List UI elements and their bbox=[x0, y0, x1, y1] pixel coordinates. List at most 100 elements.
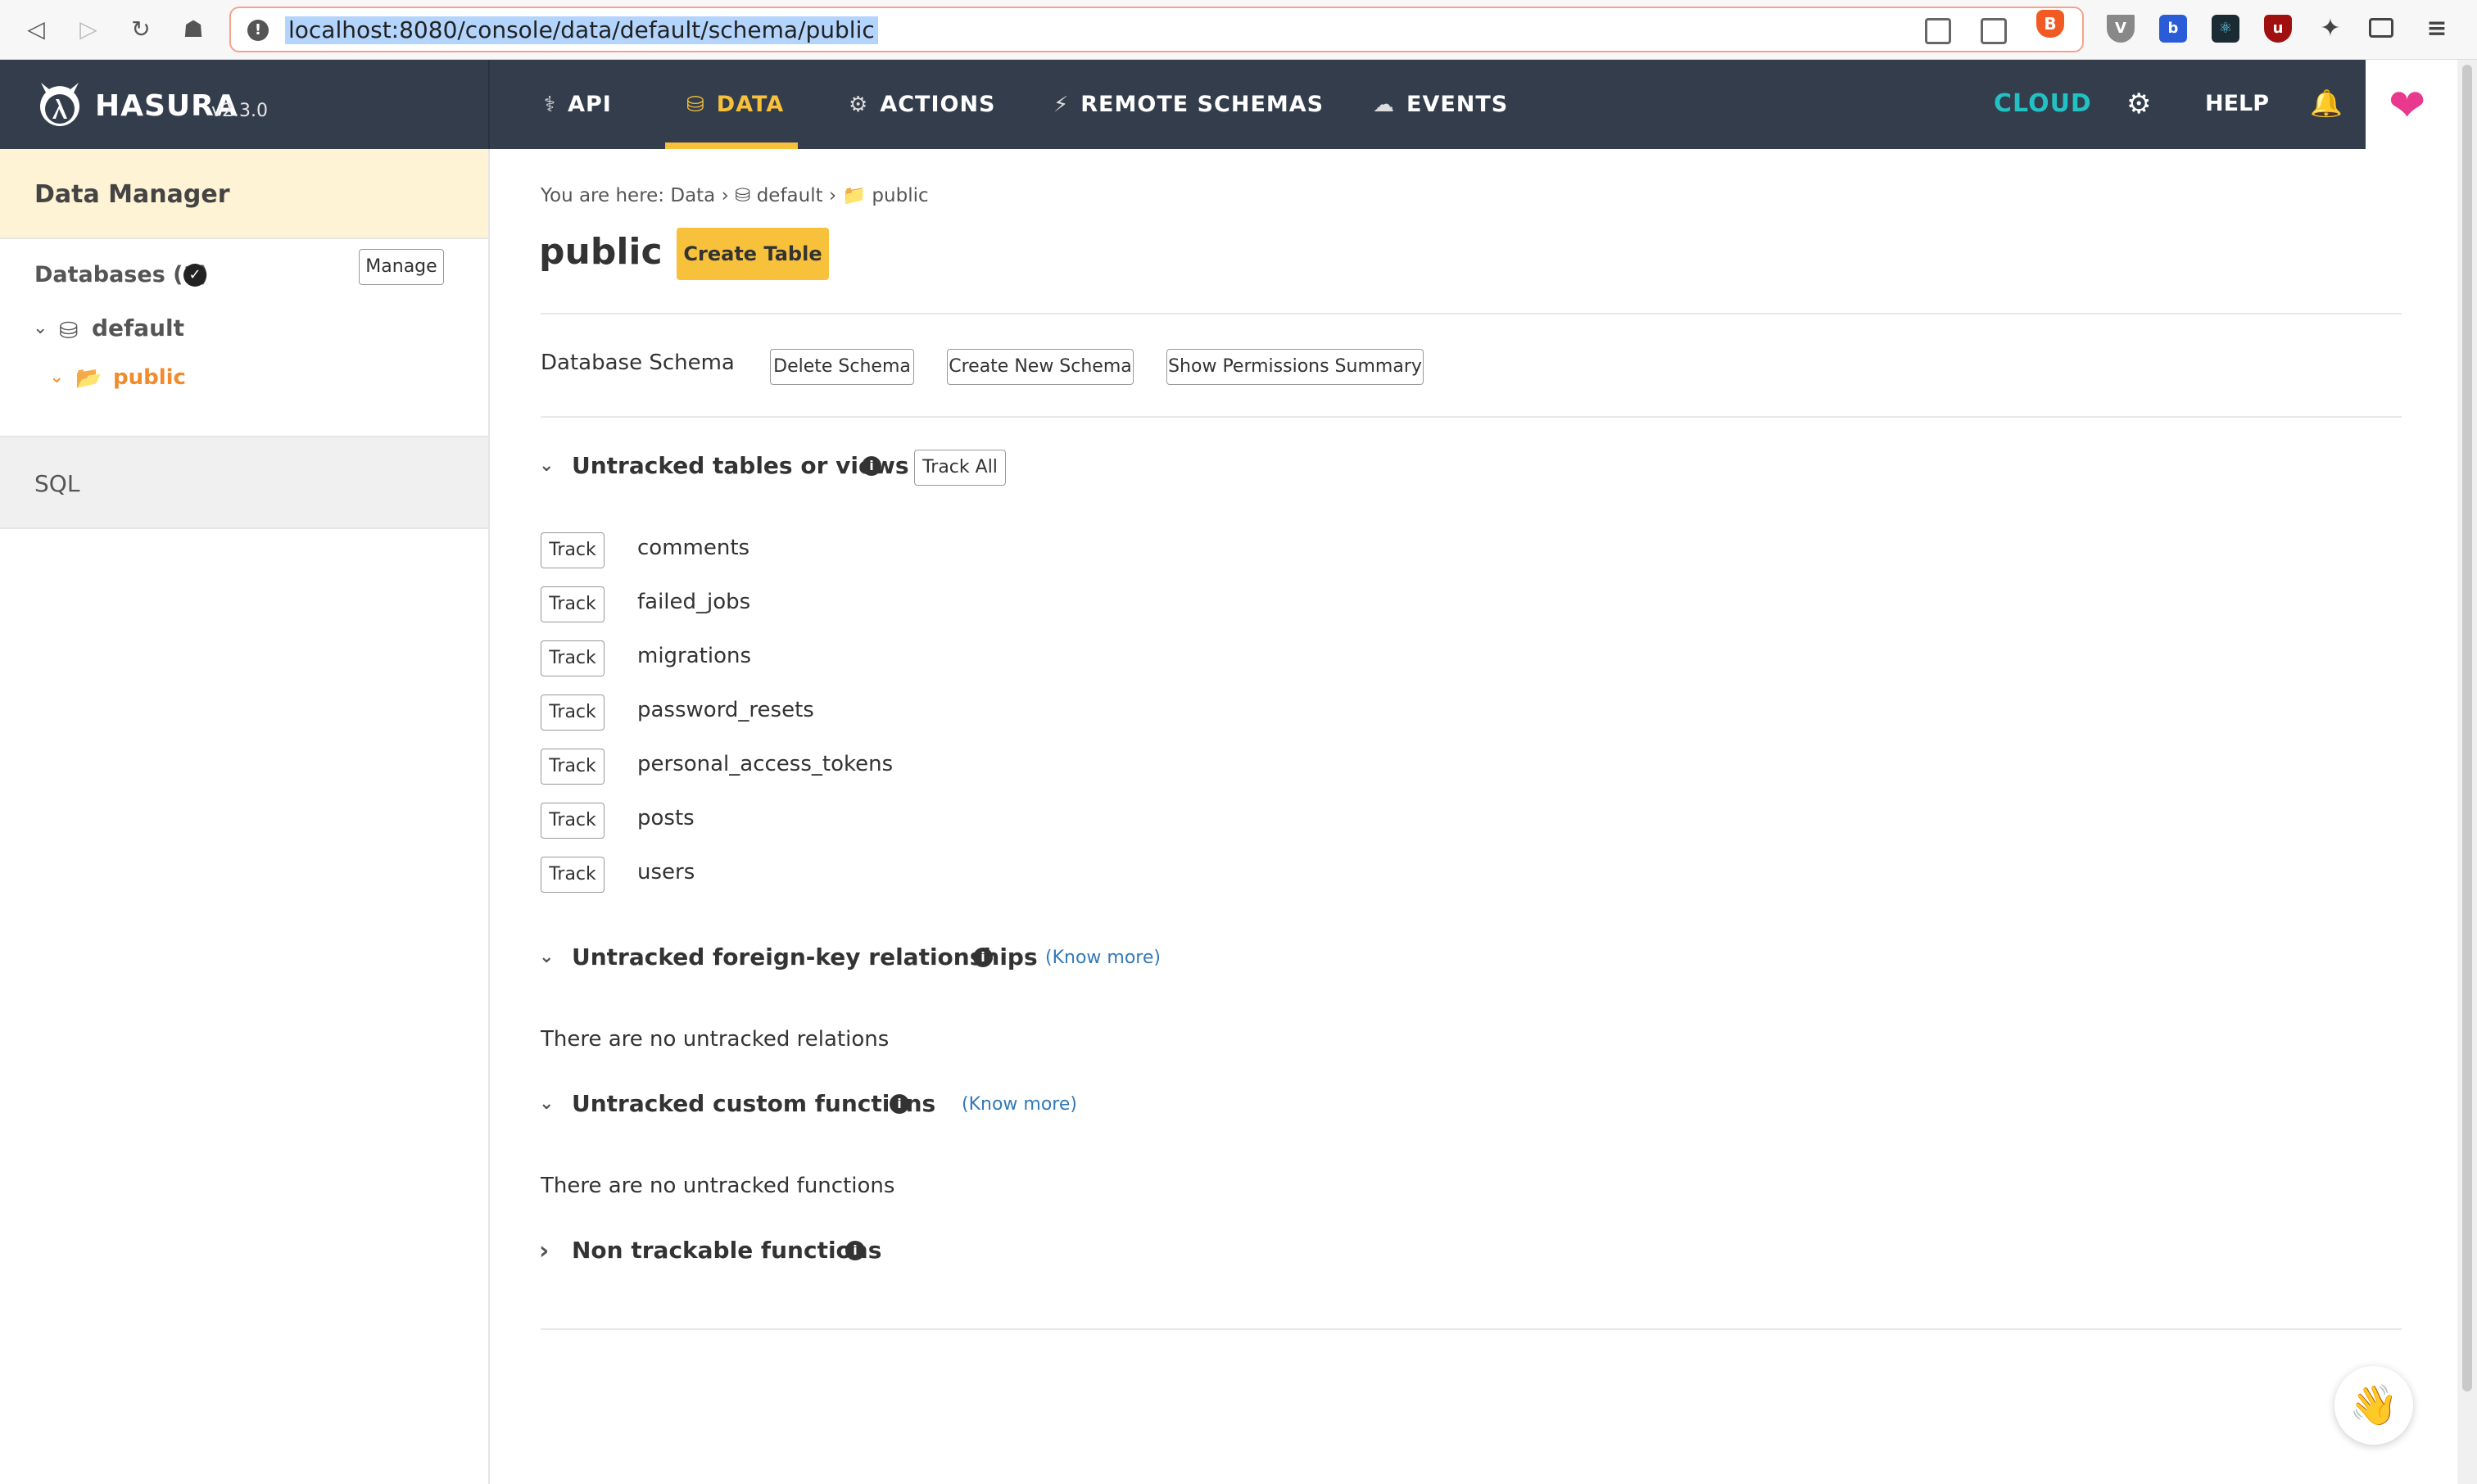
breadcrumb-data[interactable]: Data bbox=[670, 185, 715, 206]
database-icon: ⛁ bbox=[59, 317, 79, 344]
ublock-icon[interactable]: u bbox=[2264, 15, 2292, 43]
chevron-right-icon[interactable]: › bbox=[539, 1237, 549, 1265]
track-all-button[interactable]: Track All bbox=[914, 450, 1006, 486]
sidebar-item-public-schema[interactable]: public bbox=[113, 365, 186, 390]
untracked-fk-title[interactable]: Untracked foreign-key relationships bbox=[572, 943, 1038, 970]
untracked-table-name: personal_access_tokens bbox=[637, 752, 894, 776]
flask-icon: ⚕ bbox=[544, 92, 557, 117]
chevron-down-icon[interactable]: ⌄ bbox=[33, 318, 48, 338]
reload-icon[interactable]: ↻ bbox=[125, 13, 157, 46]
nav-active-indicator bbox=[665, 143, 798, 149]
site-info-icon[interactable]: ! bbox=[247, 20, 269, 41]
settings-gear-icon[interactable]: ⚙ bbox=[2126, 88, 2151, 120]
manage-button[interactable]: Manage bbox=[359, 249, 444, 285]
divider bbox=[541, 416, 2402, 418]
delete-schema-button[interactable]: Delete Schema bbox=[770, 349, 914, 385]
version-label: v2.3.0 bbox=[211, 101, 268, 121]
info-icon[interactable]: i bbox=[973, 948, 993, 967]
page-scrollbar[interactable] bbox=[2457, 60, 2477, 1484]
create-table-button[interactable]: Create Table bbox=[677, 228, 829, 280]
check-circle-icon: ✓ bbox=[183, 264, 206, 287]
databases-label: Databases (1) bbox=[34, 262, 209, 287]
data-manager-header[interactable]: Data Manager bbox=[0, 149, 488, 239]
notifications-bell-icon[interactable]: 🔔 bbox=[2310, 88, 2343, 119]
info-icon[interactable]: i bbox=[862, 456, 881, 476]
nav-api[interactable]: ⚕ API bbox=[544, 60, 612, 149]
track-button[interactable]: Track bbox=[541, 803, 605, 839]
qr-icon[interactable] bbox=[1981, 18, 2007, 44]
menu-icon[interactable]: ≡ bbox=[2423, 15, 2451, 43]
folder-icon: 📁 bbox=[842, 185, 867, 206]
track-button[interactable]: Track bbox=[541, 532, 605, 568]
brave-shield-icon[interactable]: B bbox=[2036, 10, 2064, 38]
react-devtools-icon[interactable]: ⚛ bbox=[2212, 15, 2239, 43]
info-icon[interactable]: i bbox=[845, 1241, 865, 1260]
waving-hand-icon[interactable]: 👋 bbox=[2334, 1366, 2413, 1445]
show-permissions-summary-button[interactable]: Show Permissions Summary bbox=[1166, 349, 1424, 385]
sidebar-item-sql[interactable]: SQL bbox=[0, 436, 488, 529]
page-title: public bbox=[539, 231, 663, 273]
nav-remote-schemas[interactable]: ⚡ REMOTE SCHEMAS bbox=[1053, 60, 1324, 149]
track-button[interactable]: Track bbox=[541, 640, 605, 676]
nav-events-label: EVENTS bbox=[1406, 92, 1509, 117]
know-more-link[interactable]: (Know more) bbox=[962, 1094, 1077, 1115]
untracked-functions-title[interactable]: Untracked custom functions bbox=[572, 1090, 935, 1117]
chevron-down-icon[interactable]: ⌄ bbox=[49, 367, 64, 387]
hasura-logo-icon[interactable] bbox=[33, 78, 87, 132]
nav-data-label: DATA bbox=[716, 92, 785, 117]
chevron-down-icon[interactable]: ⌄ bbox=[539, 1093, 554, 1114]
nav-api-label: API bbox=[568, 92, 612, 117]
chevron-down-icon[interactable]: ⌄ bbox=[539, 455, 554, 476]
untracked-table-name: failed_jobs bbox=[637, 590, 751, 614]
database-schema-label: Database Schema bbox=[541, 351, 735, 375]
divider bbox=[541, 1328, 2402, 1330]
untracked-tables-title[interactable]: Untracked tables or views bbox=[572, 452, 909, 479]
cloud-link[interactable]: CLOUD bbox=[1994, 89, 2092, 118]
extension-v-icon[interactable]: V bbox=[2107, 15, 2135, 43]
plug-icon: ⚡ bbox=[1053, 92, 1070, 117]
track-button[interactable]: Track bbox=[541, 586, 605, 622]
breadcrumb-separator-icon: › bbox=[828, 185, 843, 206]
sidebar: Data Manager Databases (1) ✓ Manage ⌄ ⛁ … bbox=[0, 149, 490, 1484]
data-manager-title: Data Manager bbox=[34, 180, 230, 209]
non-trackable-functions-title[interactable]: Non trackable functions bbox=[572, 1237, 881, 1264]
info-icon[interactable]: i bbox=[890, 1094, 909, 1114]
scrollbar-thumb[interactable] bbox=[2462, 65, 2472, 1391]
sidebar-item-default-db[interactable]: default bbox=[92, 314, 184, 342]
chevron-down-icon[interactable]: ⌄ bbox=[539, 947, 554, 967]
breadcrumb-db[interactable]: default bbox=[757, 185, 823, 206]
breadcrumb-schema: public bbox=[872, 185, 929, 206]
help-link[interactable]: HELP bbox=[2205, 91, 2269, 116]
know-more-link[interactable]: (Know more) bbox=[1045, 948, 1161, 968]
extension-b-icon[interactable]: b bbox=[2159, 15, 2187, 43]
url-text[interactable]: localhost:8080/console/data/default/sche… bbox=[285, 16, 878, 44]
database-icon: ⛁ bbox=[735, 185, 751, 206]
cogs-icon: ⚙ bbox=[849, 92, 869, 117]
sql-label: SQL bbox=[34, 470, 80, 497]
nav-events[interactable]: ☁ EVENTS bbox=[1373, 60, 1508, 149]
track-button[interactable]: Track bbox=[541, 749, 605, 785]
track-button[interactable]: Track bbox=[541, 857, 605, 893]
back-icon[interactable]: ◁ bbox=[20, 13, 52, 46]
forward-icon[interactable]: ▷ bbox=[72, 13, 105, 46]
untracked-table-name: migrations bbox=[637, 644, 752, 668]
divider bbox=[541, 313, 2402, 314]
extensions-puzzle-icon[interactable]: ✦ bbox=[2316, 15, 2344, 43]
cloud-icon: ☁ bbox=[1373, 92, 1395, 117]
wallet-icon[interactable] bbox=[2369, 18, 2393, 38]
untracked-table-name: password_resets bbox=[637, 698, 814, 722]
untracked-table-name: posts bbox=[637, 806, 695, 830]
breadcrumb: You are here: Data › ⛁ default › 📁 publi… bbox=[541, 184, 929, 206]
create-new-schema-button[interactable]: Create New Schema bbox=[947, 349, 1134, 385]
untracked-table-name: comments bbox=[637, 536, 750, 560]
bookmark-icon[interactable]: ☗ bbox=[177, 13, 210, 46]
track-button[interactable]: Track bbox=[541, 694, 605, 731]
address-bar[interactable]: ! localhost:8080/console/data/default/sc… bbox=[229, 7, 2084, 52]
nav-data[interactable]: ⛁ DATA bbox=[686, 60, 784, 149]
nav-actions[interactable]: ⚙ ACTIONS bbox=[849, 60, 995, 149]
breadcrumb-separator-icon: › bbox=[721, 185, 736, 206]
untracked-table-name: users bbox=[637, 860, 695, 885]
no-relations-text: There are no untracked relations bbox=[541, 1027, 890, 1052]
cast-icon[interactable] bbox=[1925, 18, 1951, 44]
database-icon: ⛁ bbox=[686, 92, 705, 117]
